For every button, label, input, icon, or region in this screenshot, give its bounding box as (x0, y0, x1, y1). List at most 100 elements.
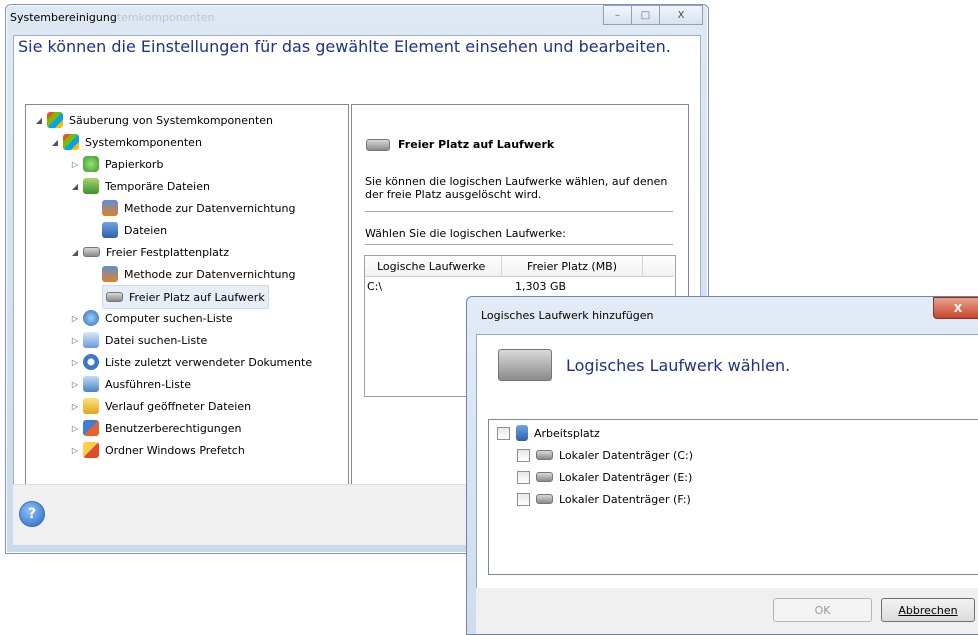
collapse-arrow-icon[interactable]: ▷ (70, 446, 80, 455)
collapse-arrow-icon[interactable]: ▷ (70, 314, 80, 323)
drive-icon (106, 292, 123, 302)
tree-item-recent-docs[interactable]: ▷ Liste zuletzt verwendeter Dokumente (70, 352, 312, 372)
tree-item-run-list[interactable]: ▷ Ausführen-Liste (70, 374, 191, 394)
temp-files-icon (83, 178, 99, 194)
tree-item-label: Dateien (124, 223, 168, 237)
collapse-arrow-icon[interactable]: ▷ (70, 336, 80, 345)
tree-item-free-space-drive[interactable]: Freier Platz auf Laufwerk (102, 285, 269, 309)
tree-item-label: Lokaler Datenträger (F:) (559, 492, 691, 506)
settings-title-text: Freier Platz auf Laufwerk (398, 138, 555, 151)
expand-arrow-icon[interactable]: ◢ (70, 182, 80, 191)
minimize-button[interactable]: – (603, 5, 632, 25)
cancel-button[interactable]: Abbrechen (881, 598, 975, 622)
collapse-arrow-icon[interactable]: ▷ (70, 402, 80, 411)
tree-item-drive-c[interactable]: Lokaler Datenträger (C:) (517, 445, 693, 465)
calendar-method-icon (102, 200, 118, 216)
dialog-close-button[interactable]: X (933, 297, 978, 319)
drive-icon (536, 472, 553, 482)
collapse-arrow-icon[interactable]: ▷ (70, 380, 80, 389)
tree-item-label: Verlauf geöffneter Dateien (105, 399, 252, 413)
recycle-bin-icon (83, 156, 99, 172)
tree-item-label: Lokaler Datenträger (C:) (559, 448, 694, 462)
tree-item-label: Freier Platz auf Laufwerk (129, 290, 265, 304)
tree-item-label: Liste zuletzt verwendeter Dokumente (105, 355, 313, 369)
column-header-free-space[interactable]: Freier Platz (MB) (502, 256, 643, 277)
window-title-text: Systembereinigung (10, 11, 117, 24)
drive-icon (83, 247, 100, 257)
tree-item-label: Methode zur Datenvernichtung (124, 201, 296, 215)
files-icon (102, 222, 118, 238)
checkbox[interactable] (517, 492, 530, 506)
checkbox[interactable] (517, 448, 530, 462)
dialog-footer: OK Abbrechen (476, 588, 978, 634)
tree-item-label: Benutzerberechtigungen (105, 421, 242, 435)
tree-item-label: Methode zur Datenvernichtung (124, 267, 296, 281)
drive-selection-tree: Arbeitsplatz Lokaler Datenträger (C:) Lo… (488, 419, 978, 575)
tree-item-cleanup[interactable]: ◢ Säuberung von Systemkomponenten (34, 110, 273, 130)
window-title: Systembereinigungtemkomponenten (10, 11, 215, 24)
calendar-method-icon (102, 266, 118, 282)
tree-item-papierkorb[interactable]: ▷ Papierkorb (70, 154, 163, 174)
column-header-spacer (643, 256, 674, 277)
computer-icon (516, 425, 528, 441)
tree-item-label: Arbeitsplatz (534, 426, 600, 440)
tree-item-user-permissions[interactable]: ▷ Benutzerberechtigungen (70, 418, 241, 438)
add-drive-dialog: Logisches Laufwerk hinzufügen X Logische… (466, 296, 978, 635)
help-icon[interactable]: ? (19, 501, 45, 527)
drive-icon (366, 138, 390, 151)
tree-item-label: Freier Festplattenplatz (106, 245, 229, 259)
checkbox[interactable] (517, 470, 530, 484)
settings-description: Sie können die logischen Laufwerke wähle… (365, 175, 668, 201)
file-search-icon (83, 332, 99, 348)
dialog-heading: Logisches Laufwerk wählen. (498, 349, 790, 381)
tree-item-drive-f[interactable]: Lokaler Datenträger (F:) (517, 489, 691, 509)
page-heading: Sie können die Einstellungen für das gew… (18, 37, 671, 56)
collapse-arrow-icon[interactable]: ▷ (70, 358, 80, 367)
collapse-arrow-icon[interactable]: ▷ (70, 160, 80, 169)
tree-item-label: Computer suchen-Liste (105, 311, 233, 325)
tree-item-file-search[interactable]: ▷ Datei suchen-Liste (70, 330, 207, 350)
windows-flag-icon (63, 134, 79, 150)
dialog-title: Logisches Laufwerk hinzufügen (481, 309, 654, 322)
tree-item-label: Systemkomponenten (85, 135, 202, 149)
collapse-arrow-icon[interactable]: ▷ (70, 424, 80, 433)
drive-icon (536, 450, 553, 460)
settings-panel-title: Freier Platz auf Laufwerk (366, 138, 554, 151)
expand-arrow-icon[interactable]: ◢ (50, 138, 60, 147)
title-bar[interactable]: Systembereinigungtemkomponenten – □ X (6, 5, 708, 35)
tree-item-label: Säuberung von Systemkomponenten (69, 113, 274, 127)
maximize-button[interactable]: □ (631, 5, 660, 25)
tree-item-label: Papierkorb (105, 157, 164, 171)
divider (365, 211, 673, 212)
tree-item-arbeitsplatz[interactable]: Arbeitsplatz (497, 423, 600, 443)
expand-arrow-icon[interactable]: ◢ (34, 116, 44, 125)
tree-item-temp-files[interactable]: ◢ Temporäre Dateien (70, 176, 210, 196)
table-cell-free-space[interactable]: 1,303 GB (515, 280, 566, 293)
window-title-ghost: temkomponenten (116, 11, 215, 24)
tree-item-method-2[interactable]: Methode zur Datenvernichtung (102, 264, 295, 284)
ok-button[interactable]: OK (773, 598, 872, 622)
components-tree: ◢ Säuberung von Systemkomponenten ◢ Syst… (25, 104, 349, 490)
tree-item-dateien[interactable]: Dateien (102, 220, 167, 240)
folder-history-icon (83, 398, 99, 414)
tree-item-free-disk-space[interactable]: ◢ Freier Festplattenplatz (70, 242, 229, 262)
tree-item-file-history[interactable]: ▷ Verlauf geöffneter Dateien (70, 396, 251, 416)
recent-docs-icon (83, 354, 99, 370)
expand-arrow-icon[interactable]: ◢ (70, 248, 80, 257)
tree-item-systemkomponenten[interactable]: ◢ Systemkomponenten (50, 132, 202, 152)
tree-item-prefetch[interactable]: ▷ Ordner Windows Prefetch (70, 440, 245, 460)
user-permissions-icon (83, 420, 99, 436)
column-header-drives[interactable]: Logische Laufwerke (365, 256, 502, 277)
checkbox[interactable] (497, 426, 510, 440)
table-cell-drive[interactable]: C:\ (367, 280, 382, 293)
dialog-heading-text: Logisches Laufwerk wählen. (566, 355, 791, 375)
prefetch-folder-icon (83, 442, 99, 458)
tree-item-label: Datei suchen-Liste (105, 333, 208, 347)
tree-item-label: Lokaler Datenträger (E:) (559, 470, 693, 484)
select-drives-label: Wählen Sie die logischen Laufwerke: (365, 227, 566, 240)
close-button[interactable]: X (659, 5, 703, 25)
tree-item-drive-e[interactable]: Lokaler Datenträger (E:) (517, 467, 692, 487)
tree-item-computer-search[interactable]: ▷ Computer suchen-Liste (70, 308, 233, 328)
tree-item-label: Ordner Windows Prefetch (105, 443, 245, 457)
tree-item-method-1[interactable]: Methode zur Datenvernichtung (102, 198, 295, 218)
